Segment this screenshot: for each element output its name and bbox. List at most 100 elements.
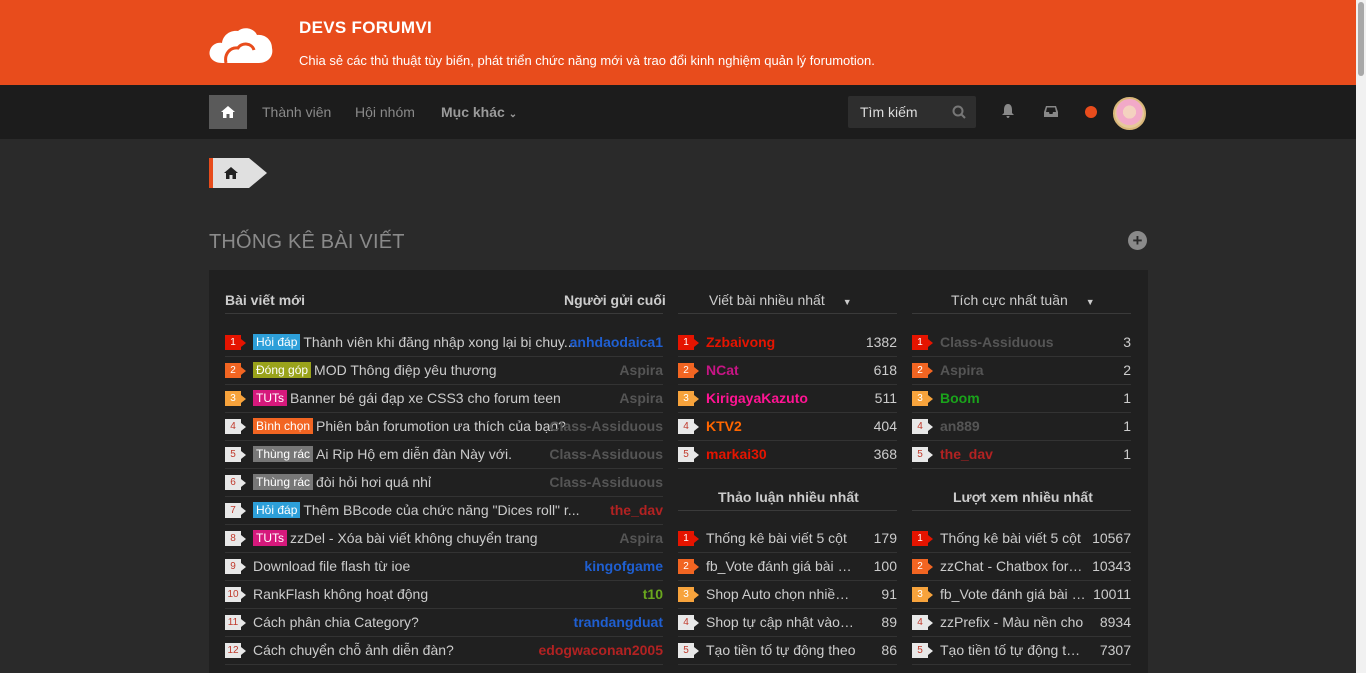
author-link[interactable]: anhdaodaica1: [570, 334, 663, 350]
username-link[interactable]: NCat: [706, 362, 739, 378]
list-item[interactable]: 4 an889 1: [912, 413, 1131, 441]
topic-title[interactable]: Hỏi đáp Thành viên khi đăng nhập xong lại…: [253, 334, 583, 350]
username-link[interactable]: KirigayaKazuto: [706, 390, 808, 406]
topic-prefix-tag[interactable]: Thùng rác: [253, 446, 314, 462]
list-item[interactable]: 12 Cách chuyển chỗ ảnh diễn đàn? edogwacon…: [225, 637, 663, 665]
list-item[interactable]: 1 Thống kê bài viết 5 cột 179: [678, 525, 897, 553]
topic-prefix-tag[interactable]: Thùng rác: [253, 474, 314, 490]
list-item[interactable]: 5 Tạo tiền tố tự động theo 7307: [912, 637, 1131, 665]
list-item[interactable]: 4 Bình chọn Phiên bản forumotion ưa thích …: [225, 413, 663, 441]
topic-title[interactable]: Bình chọn Phiên bản forumotion ưa thích c…: [253, 418, 583, 434]
topic-title[interactable]: Thống kê bài viết 5 cột: [706, 530, 856, 546]
username-link[interactable]: Zzbaivong: [706, 334, 775, 350]
search-box[interactable]: Tìm kiếm: [848, 96, 976, 128]
nav-home-button[interactable]: [209, 95, 247, 129]
topic-title[interactable]: fb_Vote đánh giá bài viết: [706, 558, 856, 574]
list-item[interactable]: 7 Hỏi đáp Thêm BBcode của chức năng "Dices…: [225, 497, 663, 525]
author-link[interactable]: Aspira: [619, 530, 663, 546]
cloud-logo-icon[interactable]: [208, 26, 274, 64]
nav-more-menu[interactable]: Mục khác ⌄: [441, 104, 517, 120]
topic-title[interactable]: Hỏi đáp Thêm BBcode của chức năng "Dices …: [253, 502, 583, 518]
username-link[interactable]: Class-Assiduous: [940, 334, 1054, 350]
list-item[interactable]: 3 TUTs Banner bé gái đạp xe CSS3 cho forum…: [225, 385, 663, 413]
author-link[interactable]: t10: [643, 586, 663, 602]
author-link[interactable]: trandangduat: [574, 614, 663, 630]
list-item[interactable]: 1 Class-Assiduous 3: [912, 329, 1131, 357]
author-link[interactable]: Class-Assiduous: [549, 446, 663, 462]
list-item[interactable]: 8 TUTs zzDel - Xóa bài viết không chuyển t…: [225, 525, 663, 553]
list-item[interactable]: 3 KirigayaKazuto 511: [678, 385, 897, 413]
topic-prefix-tag[interactable]: TUTs: [253, 530, 287, 546]
expand-plus-icon[interactable]: +: [1128, 231, 1147, 250]
list-item[interactable]: 3 Boom 1: [912, 385, 1131, 413]
author-link[interactable]: Aspira: [619, 390, 663, 406]
author-link[interactable]: Class-Assiduous: [549, 418, 663, 434]
author-link[interactable]: kingofgame: [584, 558, 663, 574]
list-item[interactable]: 3 fb_Vote đánh giá bài viết 10011: [912, 581, 1131, 609]
username-link[interactable]: markai30: [706, 446, 767, 462]
topic-title[interactable]: fb_Vote đánh giá bài viết: [940, 586, 1086, 602]
author-link[interactable]: edogwaconan2005: [539, 642, 664, 658]
topic-title[interactable]: Shop tự cập nhật vào ngăn: [706, 614, 856, 630]
author-link[interactable]: the_dav: [610, 502, 663, 518]
nav-members-link[interactable]: Thành viên: [262, 104, 331, 120]
topic-title[interactable]: TUTs zzDel - Xóa bài viết không chuyển tr…: [253, 530, 583, 546]
list-item[interactable]: 2 NCat 618: [678, 357, 897, 385]
scrollbar-track[interactable]: [1356, 0, 1366, 673]
topic-title[interactable]: Shop Auto chọn nhiều món: [706, 586, 856, 602]
username-link[interactable]: Aspira: [940, 362, 984, 378]
username-link[interactable]: the_dav: [940, 446, 993, 462]
topic-title[interactable]: TUTs Banner bé gái đạp xe CSS3 cho forum …: [253, 390, 583, 406]
username-link[interactable]: KTV2: [706, 418, 742, 434]
list-item[interactable]: 2 zzChat - Chatbox forum 10343: [912, 553, 1131, 581]
notification-dot[interactable]: [1085, 106, 1097, 118]
list-item[interactable]: 9 Download file flash từ ioe kingofgame: [225, 553, 663, 581]
breadcrumb-home[interactable]: [209, 158, 249, 188]
list-item[interactable]: 4 zzPrefix - Màu nền cho 8934: [912, 609, 1131, 637]
topic-prefix-tag[interactable]: Hỏi đáp: [253, 502, 301, 518]
author-link[interactable]: Class-Assiduous: [549, 474, 663, 490]
most-posts-dropdown[interactable]: Viết bài nhiều nhất ▼: [709, 292, 852, 308]
list-item[interactable]: 5 the_dav 1: [912, 441, 1131, 469]
username-link[interactable]: an889: [940, 418, 980, 434]
bell-icon[interactable]: [1002, 104, 1014, 118]
topic-prefix-tag[interactable]: TUTs: [253, 390, 287, 406]
search-icon[interactable]: [952, 105, 966, 119]
active-week-dropdown[interactable]: Tích cực nhất tuần ▼: [951, 292, 1095, 308]
list-item[interactable]: 5 Tạo tiền tố tự động theo 86: [678, 637, 897, 665]
username-link[interactable]: Boom: [940, 390, 980, 406]
list-item[interactable]: 5 markai30 368: [678, 441, 897, 469]
list-item[interactable]: 1 Thống kê bài viết 5 cột 10567: [912, 525, 1131, 553]
user-avatar[interactable]: [1113, 97, 1146, 130]
site-title[interactable]: DEVS FORUMVI: [299, 18, 432, 38]
topic-title[interactable]: zzChat - Chatbox forum: [940, 558, 1086, 574]
list-item[interactable]: 1 Zzbaivong 1382: [678, 329, 897, 357]
list-item[interactable]: 4 KTV2 404: [678, 413, 897, 441]
topic-prefix-tag[interactable]: Đóng góp: [253, 362, 312, 378]
topic-title[interactable]: Download file flash từ ioe: [253, 558, 583, 574]
list-item[interactable]: 11 Cách phân chia Category? trandangduat: [225, 609, 663, 637]
topic-title[interactable]: RankFlash không hoạt động: [253, 586, 583, 602]
topic-title[interactable]: Thùng rác Ai Rip Hộ em diễn đàn Này với.: [253, 446, 583, 462]
topic-title[interactable]: Tạo tiền tố tự động theo: [706, 642, 856, 658]
inbox-icon[interactable]: [1044, 106, 1058, 117]
author-link[interactable]: Aspira: [619, 362, 663, 378]
list-item[interactable]: 2 Đóng góp MOD Thông điệp yêu thương Aspira: [225, 357, 663, 385]
list-item[interactable]: 6 Thùng rác đòi hỏi hơi quá nhỉ Class-Assid…: [225, 469, 663, 497]
topic-title[interactable]: Tạo tiền tố tự động theo: [940, 642, 1086, 658]
list-item[interactable]: 2 fb_Vote đánh giá bài viết 100: [678, 553, 897, 581]
topic-title[interactable]: Cách chuyển chỗ ảnh diễn đàn?: [253, 642, 583, 658]
nav-groups-link[interactable]: Hội nhóm: [355, 104, 415, 120]
topic-title[interactable]: zzPrefix - Màu nền cho: [940, 614, 1086, 630]
scrollbar-thumb[interactable]: [1358, 2, 1364, 76]
list-item[interactable]: 5 Thùng rác Ai Rip Hộ em diễn đàn Này với.…: [225, 441, 663, 469]
list-item[interactable]: 2 Aspira 2: [912, 357, 1131, 385]
list-item[interactable]: 10 RankFlash không hoạt động t10: [225, 581, 663, 609]
topic-prefix-tag[interactable]: Bình chọn: [253, 418, 314, 434]
topic-title[interactable]: Thùng rác đòi hỏi hơi quá nhỉ: [253, 474, 583, 490]
topic-prefix-tag[interactable]: Hỏi đáp: [253, 334, 301, 350]
list-item[interactable]: 4 Shop tự cập nhật vào ngăn 89: [678, 609, 897, 637]
list-item[interactable]: 3 Shop Auto chọn nhiều món 91: [678, 581, 897, 609]
topic-title[interactable]: Thống kê bài viết 5 cột: [940, 530, 1086, 546]
topic-title[interactable]: Cách phân chia Category?: [253, 614, 583, 630]
